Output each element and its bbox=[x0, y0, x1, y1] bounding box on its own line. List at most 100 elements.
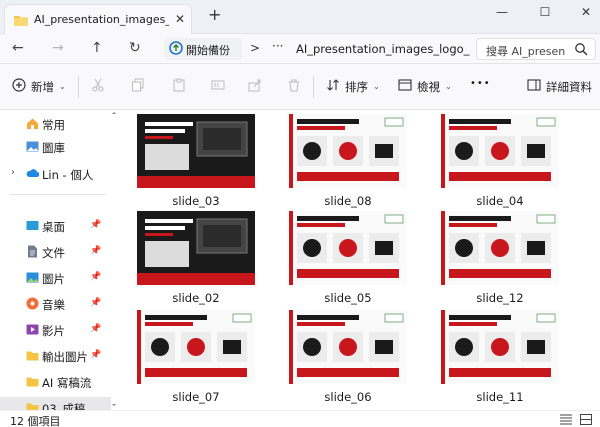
sidebar-item-desktop[interactable]: 桌面 📌 bbox=[0, 215, 111, 237]
details-button[interactable]: 詳細資料 bbox=[527, 78, 592, 95]
file-name: slide_08 bbox=[324, 194, 372, 208]
sidebar-item-pictures[interactable]: 圖片 📌 bbox=[0, 267, 111, 289]
folder-tab[interactable]: AI_presentation_images_logo_ ✕ bbox=[4, 4, 192, 34]
back-button[interactable]: ← bbox=[12, 40, 24, 56]
new-button[interactable]: 新增 ⌄ bbox=[12, 78, 66, 95]
sidebar-item-label: 輸出圖片 bbox=[42, 350, 88, 364]
divider bbox=[313, 76, 314, 98]
status-bar: 12 個項目 bbox=[0, 410, 600, 427]
sidebar-item-label: 文件 bbox=[42, 246, 65, 260]
file-name: slide_05 bbox=[324, 291, 372, 305]
sidebar-item-output-images[interactable]: 輸出圖片 📌 bbox=[0, 345, 111, 367]
plus-circle-icon bbox=[12, 78, 26, 95]
sort-button[interactable]: 排序 ⌄ bbox=[326, 78, 380, 95]
file-name: slide_11 bbox=[476, 390, 524, 404]
close-window-button[interactable]: ✕ bbox=[576, 5, 596, 19]
navigation-bar: ← → ↑ ↻ 開始備份 > ··· AI_presentation_image… bbox=[0, 34, 600, 64]
home-icon bbox=[26, 117, 39, 130]
file-list: slide_03 slide_08 slide_04 slide_02 slide_05… bbox=[118, 110, 600, 410]
sidebar-item-music[interactable]: 音樂 📌 bbox=[0, 293, 111, 315]
sidebar-item-label: 03_成稿 bbox=[42, 402, 86, 410]
item-count: 12 個項目 bbox=[10, 415, 61, 427]
file-thumbnail[interactable] bbox=[441, 211, 559, 285]
pin-icon[interactable]: 📌 bbox=[90, 246, 101, 256]
divider bbox=[78, 76, 79, 98]
pin-icon[interactable]: 📌 bbox=[90, 298, 101, 308]
pictures-icon bbox=[26, 271, 39, 284]
start-backup-button[interactable]: 開始備份 bbox=[164, 38, 242, 60]
cut-button[interactable] bbox=[91, 78, 105, 95]
new-tab-button[interactable]: + bbox=[208, 5, 221, 24]
tiles-view-icon[interactable] bbox=[580, 414, 592, 427]
new-label: 新增 bbox=[31, 79, 54, 94]
desktop-icon bbox=[26, 219, 39, 232]
view-icon bbox=[398, 78, 412, 95]
sidebar-item-ai-writing[interactable]: AI 寫稿流 bbox=[0, 371, 111, 393]
breadcrumb-more-button[interactable]: ··· bbox=[272, 39, 283, 53]
scissors-icon bbox=[91, 78, 105, 95]
sidebar-item-label: 常用 bbox=[42, 118, 65, 132]
share-button[interactable] bbox=[248, 78, 262, 95]
pin-icon[interactable]: 📌 bbox=[90, 324, 101, 334]
sidebar-item-label: 桌面 bbox=[42, 220, 65, 234]
minimize-button[interactable]: — bbox=[492, 5, 512, 19]
folder-icon bbox=[26, 375, 39, 388]
search-input[interactable]: 搜尋 AI_presen bbox=[486, 43, 568, 59]
refresh-button[interactable]: ↻ bbox=[129, 40, 141, 56]
copy-button[interactable] bbox=[131, 78, 145, 95]
up-button[interactable]: ↑ bbox=[91, 40, 103, 56]
sidebar-item-videos[interactable]: 影片 📌 bbox=[0, 319, 111, 341]
chevron-down-icon: ⌄ bbox=[373, 82, 380, 91]
file-thumbnail[interactable] bbox=[137, 310, 255, 384]
file-thumbnail[interactable] bbox=[137, 211, 255, 285]
sort-icon bbox=[326, 78, 340, 95]
folder-icon bbox=[26, 401, 39, 410]
pin-icon[interactable]: 📌 bbox=[90, 220, 101, 230]
file-thumbnail[interactable] bbox=[137, 114, 255, 188]
sidebar-item-onedrive[interactable]: › Lin - 個人 bbox=[0, 163, 111, 185]
breadcrumb-chevron-icon[interactable]: > bbox=[250, 41, 260, 55]
gallery-icon bbox=[26, 140, 39, 153]
rename-button[interactable] bbox=[211, 78, 225, 95]
sort-label: 排序 bbox=[345, 79, 368, 94]
sidebar-item-final[interactable]: 03_成稿 bbox=[0, 397, 111, 410]
file-thumbnail[interactable] bbox=[289, 211, 407, 285]
file-name: slide_04 bbox=[476, 194, 524, 208]
close-tab-icon[interactable]: ✕ bbox=[175, 12, 185, 26]
paste-button[interactable] bbox=[172, 78, 186, 95]
navigation-pane: 常用 圖庫 › Lin - 個人 桌面 📌 文件 📌 圖片 📌 音樂 📌 影片 … bbox=[0, 110, 111, 410]
file-thumbnail[interactable] bbox=[441, 310, 559, 384]
title-tab-bar: AI_presentation_images_logo_ ✕ + — ☐ ✕ bbox=[0, 0, 600, 34]
sidebar-item-label: 影片 bbox=[42, 324, 65, 338]
chevron-right-icon[interactable]: › bbox=[11, 167, 15, 178]
chevron-down-icon: ⌄ bbox=[59, 82, 66, 91]
sidebar-item-gallery[interactable]: 圖庫 bbox=[0, 136, 111, 158]
breadcrumb-current-folder[interactable]: AI_presentation_images_logo_ bbox=[296, 42, 469, 56]
details-label: 詳細資料 bbox=[546, 79, 592, 94]
search-icon bbox=[574, 42, 588, 59]
folder-icon bbox=[26, 349, 39, 362]
search-box[interactable]: 搜尋 AI_presen bbox=[476, 38, 596, 60]
file-thumbnail[interactable] bbox=[289, 114, 407, 188]
sidebar-scrollbar[interactable] bbox=[111, 110, 117, 410]
pin-icon[interactable]: 📌 bbox=[90, 272, 101, 282]
cloud-backup-icon bbox=[169, 41, 183, 58]
view-button[interactable]: 檢視 ⌄ bbox=[398, 78, 452, 95]
sidebar-item-home[interactable]: 常用 bbox=[0, 113, 111, 135]
maximize-button[interactable]: ☐ bbox=[535, 5, 555, 19]
details-view-icon[interactable] bbox=[560, 414, 572, 427]
sidebar-item-label: 圖片 bbox=[42, 272, 65, 286]
file-thumbnail[interactable] bbox=[289, 310, 407, 384]
folder-icon bbox=[14, 14, 28, 29]
delete-button[interactable] bbox=[287, 78, 301, 95]
file-name: slide_06 bbox=[324, 390, 372, 404]
sidebar-item-documents[interactable]: 文件 📌 bbox=[0, 241, 111, 263]
pin-icon[interactable]: 📌 bbox=[90, 350, 101, 360]
file-name: slide_07 bbox=[172, 390, 220, 404]
sidebar-item-label: 圖庫 bbox=[42, 141, 65, 155]
more-options-button[interactable]: ••• bbox=[470, 78, 491, 89]
sidebar-item-label: AI 寫稿流 bbox=[42, 376, 92, 390]
forward-button[interactable]: → bbox=[52, 40, 64, 56]
file-thumbnail[interactable] bbox=[441, 114, 559, 188]
paste-icon bbox=[172, 78, 186, 95]
